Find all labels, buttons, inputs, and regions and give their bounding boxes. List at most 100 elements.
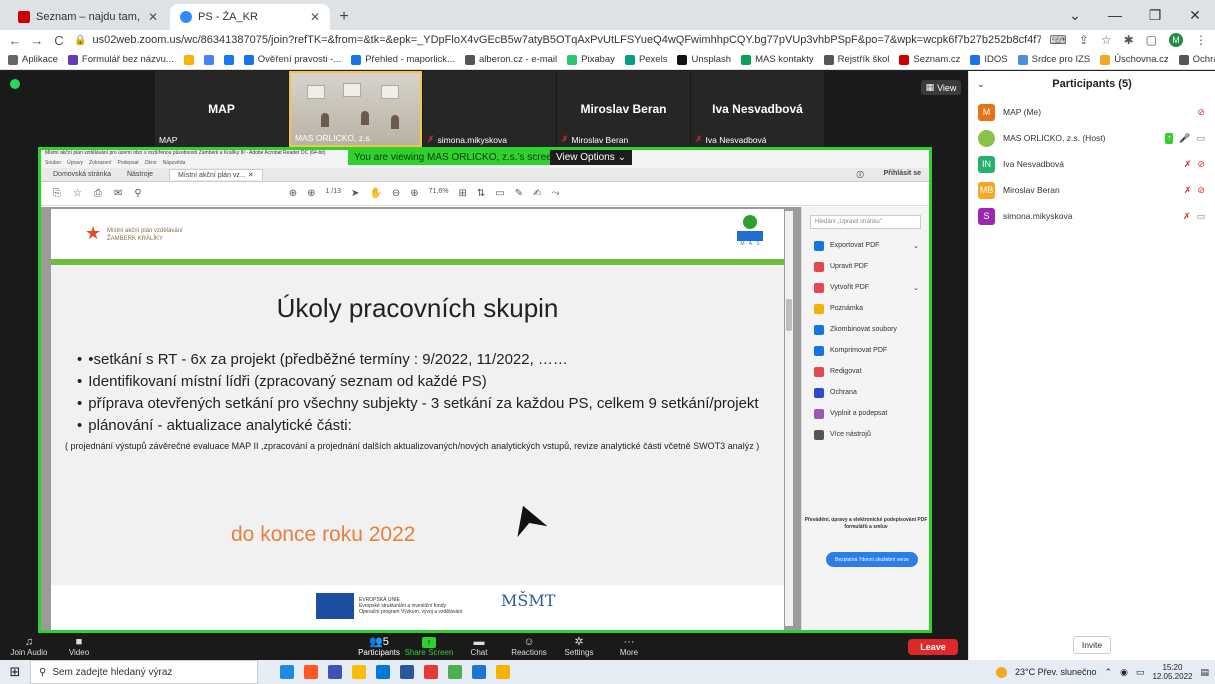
video-icon[interactable]: ▭ (1196, 211, 1205, 222)
trial-button[interactable]: Bezplatná 7denní zkušební verze (826, 552, 918, 567)
taskbar-app-icon[interactable] (448, 665, 462, 679)
bookmark-item[interactable]: Unsplash (677, 54, 731, 65)
page-down-icon[interactable]: ⊕ (307, 188, 315, 199)
tab-seznam[interactable]: Seznam – najdu tam, co neznám ✕ (8, 4, 168, 30)
bookmark-item[interactable]: Přehled - maporlick... (351, 54, 455, 65)
bookmark-item[interactable]: Formulář bez názvu... (67, 54, 174, 65)
tab-tools[interactable]: Nástroje (127, 171, 153, 178)
acrobat-tool-item[interactable]: Poznámka (802, 298, 929, 319)
tools-search-input[interactable]: Hledání „Upravit stránku" (810, 215, 921, 229)
acrobat-tool-item[interactable]: Zkombinovat soubory (802, 319, 929, 340)
acrobat-tool-item[interactable]: Redigovat (802, 361, 929, 382)
shared-screen[interactable]: You are viewing MAS ORLICKO, z.s.'s scre… (38, 147, 932, 633)
taskbar-app-icon[interactable] (304, 665, 318, 679)
chevron-down-icon[interactable]: ⌄ (977, 79, 985, 90)
bookmark-item[interactable]: Úschovna.cz (1100, 54, 1169, 65)
video-off-icon[interactable]: ⊘ (1197, 107, 1205, 118)
windows-start-icon[interactable]: ⊞ (0, 660, 30, 684)
acrobat-tool-item[interactable]: Vytvořit PDF ⌄ (802, 277, 929, 298)
scrollbar-thumb[interactable] (786, 299, 792, 331)
settings-button[interactable]: ✲ Settings (554, 633, 604, 660)
page-indicator[interactable]: 1 /13 (325, 188, 341, 199)
acrobat-menu-item[interactable]: Soubor (45, 160, 61, 168)
zoom-in-icon[interactable]: ⊕ (410, 188, 418, 199)
acrobat-menu-item[interactable]: Okno (145, 160, 157, 168)
tab-document[interactable]: Místní akční plán vz... ✕ (169, 169, 263, 180)
view-options-button[interactable]: View Options ⌄ (550, 150, 633, 165)
bookmark-item[interactable]: Seznam.cz (899, 54, 960, 65)
thumbnail-map[interactable]: MAP MAP (155, 71, 288, 147)
reactions-button[interactable]: ☺ Reactions (504, 633, 554, 660)
zoom-out-icon[interactable]: ⊖ (392, 188, 400, 199)
taskbar-app-icon[interactable] (352, 665, 366, 679)
cursor-tool-icon[interactable]: ➤ (351, 188, 359, 199)
taskbar-app-icon[interactable] (280, 665, 294, 679)
acrobat-tool-item[interactable]: Komprimovat PDF (802, 340, 929, 361)
zoom-level[interactable]: 71,6% (429, 188, 449, 199)
bookmark-item[interactable]: Aplikace (8, 54, 58, 65)
participants-button[interactable]: 👥5 Participants (354, 633, 404, 660)
weather-text[interactable]: 23°C Přev. slunečno (1015, 667, 1096, 677)
sign-icon[interactable]: ✍ (533, 188, 541, 199)
tab-home[interactable]: Domovská stránka (53, 171, 111, 178)
close-icon[interactable]: ✕ (148, 10, 158, 24)
chevron-down-icon[interactable]: ⌄ (913, 242, 919, 250)
tab-zoom[interactable]: PS - ŽA_KR ✕ (170, 4, 330, 30)
participant-row[interactable]: MB Miroslav Beran ✗ ⊘ (969, 177, 1215, 203)
tab-search-icon[interactable]: ⌄ (1055, 0, 1095, 30)
participant-row[interactable]: Ssimona.mikyskova ✗ ▭ (969, 203, 1215, 229)
participant-row[interactable]: IN Iva Nesvadbová ✗ ⊘ (969, 151, 1215, 177)
acrobat-menu-item[interactable]: Nápověda (163, 160, 186, 168)
thumbnail-mas-orlicko[interactable]: MAS ORLICKO, z.s. (289, 71, 422, 147)
close-window-button[interactable]: ✕ (1175, 0, 1215, 30)
minimize-button[interactable]: — (1095, 0, 1135, 30)
share-screen-button[interactable]: ↑ Share Screen (404, 633, 454, 660)
mail-icon[interactable]: ✉ (114, 188, 122, 199)
bookmark-item[interactable]: MAS kontakty (741, 54, 814, 65)
keyboard-icon[interactable]: ▭ (1136, 667, 1145, 678)
reload-button[interactable]: C (52, 33, 66, 48)
encryption-shield-icon[interactable] (10, 79, 20, 89)
help-icon[interactable]: ⓘ (857, 170, 864, 180)
taskbar-app-icon[interactable] (472, 665, 486, 679)
thumbnail-iva[interactable]: Iva Nesvadbová ✗ Iva Nesvadbová (691, 71, 824, 147)
mic-muted-icon[interactable]: ✗ (1184, 185, 1192, 196)
bookmark-item[interactable] (183, 54, 194, 65)
acrobat-menu-item[interactable]: Zobrazení (89, 160, 112, 168)
search-icon[interactable]: ⚲ (134, 188, 141, 199)
comment-icon[interactable]: ▭ (495, 188, 504, 199)
print-icon[interactable]: ⎙ (94, 188, 102, 199)
thumbnail-simona[interactable]: ✗ simona.mikyskova (423, 71, 556, 147)
acrobat-menu-item[interactable]: Podepsat (117, 160, 138, 168)
sidebar-icon[interactable]: ▢ (1146, 33, 1157, 47)
bookmark-star-icon[interactable]: ☆ (73, 188, 82, 199)
forward-button[interactable]: → (30, 33, 44, 48)
taskbar-app-icon[interactable] (328, 665, 342, 679)
acrobat-tool-item[interactable]: Exportovat PDF ⌄ (802, 235, 929, 256)
taskbar-search-input[interactable]: ⚲ Sem zadejte hledaný výraz (30, 660, 258, 684)
taskbar-app-icon[interactable] (424, 665, 438, 679)
menu-icon[interactable]: ⋮ (1195, 33, 1207, 47)
star-icon[interactable]: ☆ (1101, 33, 1112, 47)
mic-muted-icon[interactable]: ✗ (1184, 159, 1192, 170)
video-icon[interactable]: ▭ (1196, 133, 1205, 144)
notifications-icon[interactable]: ▤ (1200, 667, 1209, 678)
bookmark-item[interactable]: IDOS (970, 54, 1008, 65)
invite-button[interactable]: Invite (1073, 636, 1111, 654)
new-tab-button[interactable]: + (332, 4, 356, 30)
mic-muted-icon[interactable]: ✗ (1183, 211, 1191, 222)
profile-avatar[interactable]: M (1169, 33, 1183, 47)
translate-icon[interactable]: ⌨ (1049, 33, 1066, 47)
mic-icon[interactable]: 🎤 (1179, 133, 1190, 144)
acrobat-tool-item[interactable]: Upravit PDF (802, 256, 929, 277)
taskbar-app-icon[interactable] (400, 665, 414, 679)
close-icon[interactable]: ✕ (310, 10, 320, 24)
chat-button[interactable]: ▬ Chat (454, 633, 504, 660)
scroll-mode-icon[interactable]: ⇅ (477, 188, 485, 199)
chevron-down-icon[interactable]: ⌄ (913, 284, 919, 292)
bookmark-item[interactable]: Ochranné obličejov... (1178, 54, 1215, 65)
tray-chevron-icon[interactable]: ⌃ (1105, 667, 1113, 678)
extensions-icon[interactable]: ✱ (1124, 33, 1134, 47)
document-scrollbar[interactable] (785, 211, 793, 626)
network-icon[interactable]: ◉ (1120, 667, 1128, 678)
